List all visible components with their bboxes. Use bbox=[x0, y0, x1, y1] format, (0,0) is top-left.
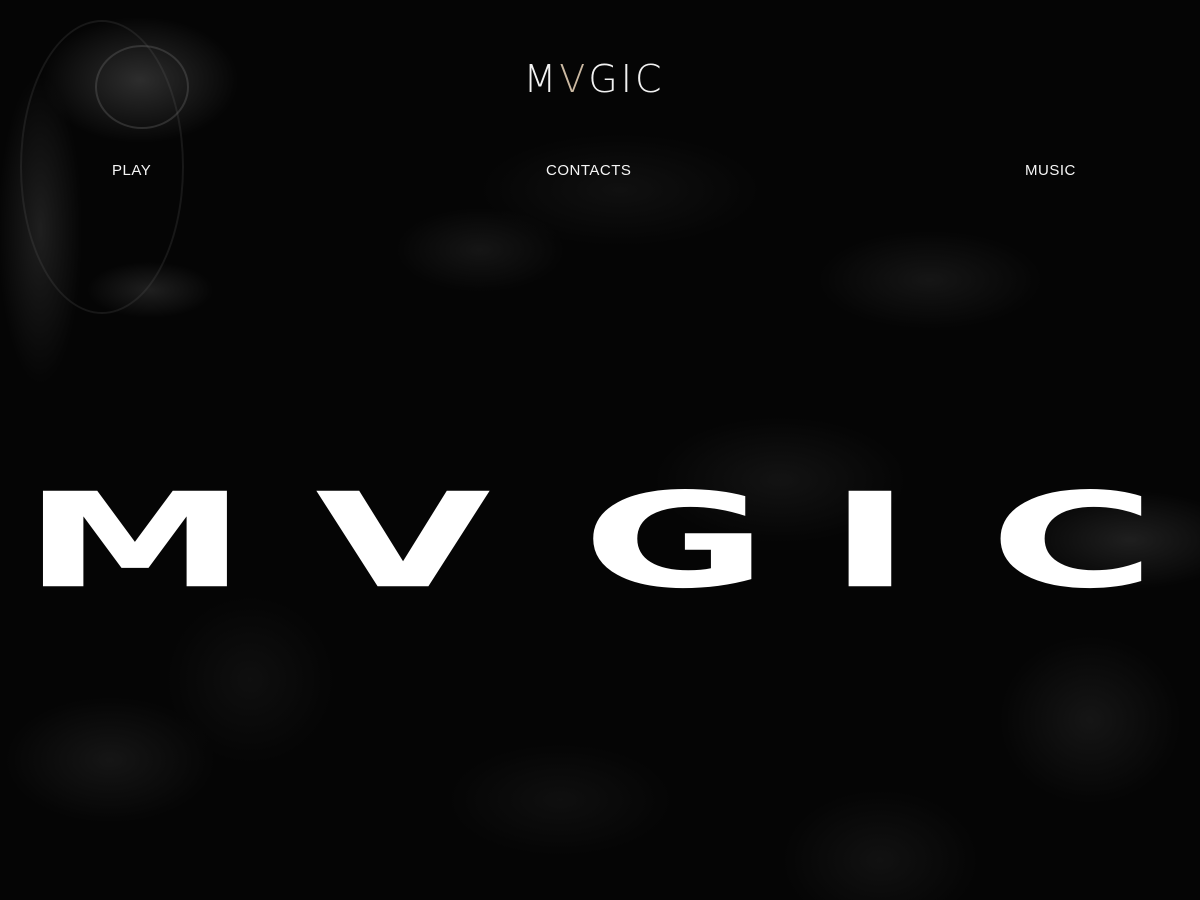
logo-accent-letter: V bbox=[559, 57, 589, 101]
hero-letter: V bbox=[315, 464, 491, 618]
smoke-background bbox=[0, 0, 1200, 900]
hero-letter: M bbox=[22, 464, 248, 618]
site-logo[interactable]: MVGIC bbox=[0, 57, 1188, 101]
logo-letter: GIC bbox=[588, 57, 665, 101]
hero-letter: G bbox=[581, 464, 769, 618]
logo-letter: M bbox=[523, 57, 560, 101]
nav-link-music[interactable]: MUSIC bbox=[1025, 162, 1076, 179]
hero-letter: C bbox=[989, 464, 1156, 618]
hero-wordmark: M V G I C bbox=[0, 464, 1200, 618]
hero-letter: I bbox=[827, 464, 913, 618]
nav-link-contacts[interactable]: CONTACTS bbox=[546, 162, 631, 179]
nav-link-play[interactable]: PLAY bbox=[112, 162, 151, 179]
